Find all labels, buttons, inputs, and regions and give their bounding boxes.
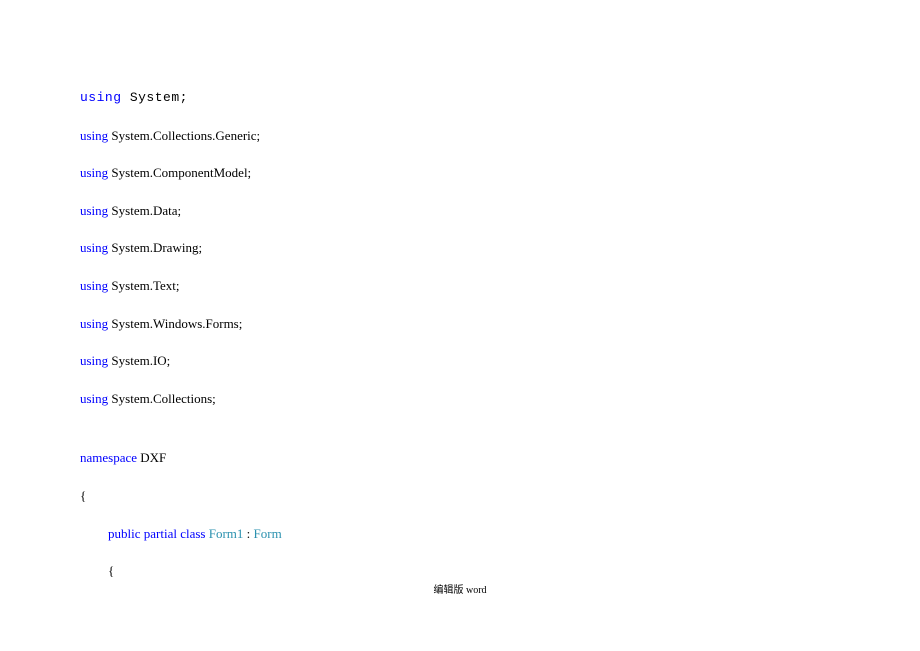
code-line-using-collections-generic: using System.Collections.Generic; xyxy=(80,128,920,144)
code-text: System.Drawing; xyxy=(108,240,202,255)
keyword-using: using xyxy=(80,278,108,293)
keyword-partial: partial xyxy=(141,526,177,541)
keyword-using: using xyxy=(80,316,108,331)
code-line-using-text: using System.Text; xyxy=(80,278,920,294)
code-line-using-drawing: using System.Drawing; xyxy=(80,240,920,256)
code-text: System.ComponentModel; xyxy=(108,165,251,180)
code-text: System.Collections; xyxy=(108,391,216,406)
code-text: System.Collections.Generic; xyxy=(108,128,260,143)
code-text: System.Text; xyxy=(108,278,179,293)
code-line-brace-open: { xyxy=(80,488,920,504)
code-text: System; xyxy=(122,90,188,105)
code-line-using-io: using System.IO; xyxy=(80,353,920,369)
code-line-using-windows-forms: using System.Windows.Forms; xyxy=(80,316,920,332)
brace: { xyxy=(80,488,86,503)
code-line-using-componentmodel: using System.ComponentModel; xyxy=(80,165,920,181)
code-line-namespace: namespace DXF xyxy=(80,450,920,466)
code-line-brace-open-class: { xyxy=(80,563,920,579)
namespace-name: DXF xyxy=(137,450,166,465)
brace: { xyxy=(108,563,114,578)
code-text: System.IO; xyxy=(108,353,170,368)
base-class: Form xyxy=(254,526,282,541)
keyword-public: public xyxy=(108,526,141,541)
code-text: System.Data; xyxy=(108,203,181,218)
keyword-class: class xyxy=(177,526,206,541)
class-name: Form1 xyxy=(206,526,244,541)
keyword-using: using xyxy=(80,203,108,218)
code-line-class-decl: public partial class Form1 : Form xyxy=(80,526,920,542)
code-line-using-data: using System.Data; xyxy=(80,203,920,219)
colon: : xyxy=(243,526,253,541)
code-line-using-collections: using System.Collections; xyxy=(80,391,920,407)
keyword-using: using xyxy=(80,165,108,180)
document-page: using System; using System.Collections.G… xyxy=(0,0,920,579)
page-footer: 编辑版 word xyxy=(0,581,920,596)
code-text: System.Windows.Forms; xyxy=(108,316,242,331)
keyword-namespace: namespace xyxy=(80,450,137,465)
code-line-using-system: using System; xyxy=(80,90,920,106)
keyword-using: using xyxy=(80,128,108,143)
keyword-using: using xyxy=(80,353,108,368)
keyword-using: using xyxy=(80,90,122,105)
keyword-using: using xyxy=(80,240,108,255)
keyword-using: using xyxy=(80,391,108,406)
